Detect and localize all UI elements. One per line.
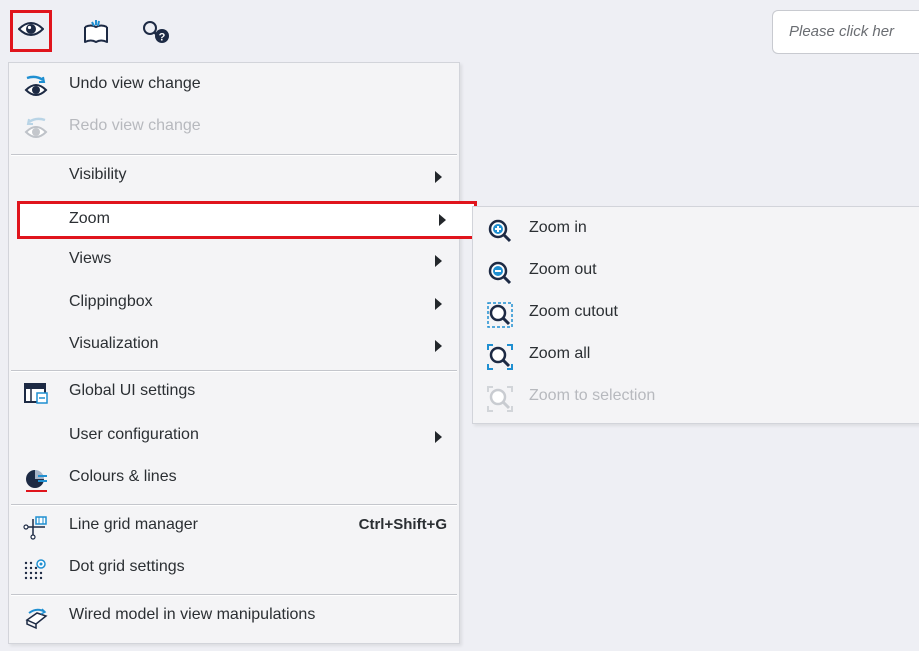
submenu-arrow-icon bbox=[435, 171, 442, 183]
submenu-item-label: Zoom to selection bbox=[529, 387, 656, 404]
menu-item-label: Colours & lines bbox=[69, 468, 177, 485]
menu-item-visibility[interactable]: Visibility bbox=[9, 157, 459, 197]
menu-item-clippingbox[interactable]: Clippingbox bbox=[9, 284, 459, 324]
menu-separator bbox=[11, 154, 457, 156]
zoom-out-icon bbox=[487, 260, 513, 286]
menu-item-wired-model[interactable]: Wired model in view manipulations bbox=[9, 597, 459, 637]
submenu-arrow-icon bbox=[435, 255, 442, 267]
submenu-item-zoom-in[interactable]: Zoom in bbox=[473, 208, 919, 250]
menu-item-label: Undo view change bbox=[69, 75, 201, 92]
submenu-arrow-icon bbox=[435, 431, 442, 443]
submenu-arrow-icon bbox=[439, 214, 446, 226]
menu-item-views[interactable]: Views bbox=[9, 241, 459, 281]
menu-separator bbox=[11, 504, 457, 506]
submenu-item-zoom-all[interactable]: Zoom all bbox=[473, 334, 919, 376]
svg-text:?: ? bbox=[159, 31, 166, 43]
redo-view-icon bbox=[23, 116, 49, 142]
submenu-item-label: Zoom out bbox=[529, 261, 597, 278]
menu-item-label: Dot grid settings bbox=[69, 558, 185, 575]
menu-item-colours-lines[interactable]: Colours & lines bbox=[9, 459, 459, 499]
menu-item-zoom[interactable]: Zoom bbox=[17, 201, 477, 239]
view-menu-button[interactable] bbox=[10, 10, 52, 52]
menu-item-redo-view-change[interactable]: Redo view change bbox=[9, 108, 459, 148]
zoom-all-icon bbox=[487, 344, 513, 370]
menu-item-label: Clippingbox bbox=[69, 293, 153, 310]
menu-item-dot-grid-settings[interactable]: Dot grid settings bbox=[9, 549, 459, 589]
zoom-submenu: Zoom in Zoom out Zoom cutout Zoom all Zo… bbox=[472, 206, 919, 424]
wired-model-icon bbox=[23, 605, 49, 631]
submenu-item-zoom-cutout[interactable]: Zoom cutout bbox=[473, 292, 919, 334]
menu-item-label: Redo view change bbox=[69, 117, 201, 134]
submenu-item-label: Zoom cutout bbox=[529, 303, 618, 320]
submenu-arrow-icon bbox=[435, 298, 442, 310]
menu-item-label: Visibility bbox=[69, 166, 127, 183]
colours-lines-icon bbox=[23, 467, 49, 493]
hint-field[interactable]: Please click her bbox=[772, 10, 919, 54]
menu-separator bbox=[11, 370, 457, 372]
shortcut-label: Ctrl+Shift+G bbox=[358, 516, 447, 533]
book-icon bbox=[82, 19, 110, 50]
menu-item-undo-view-change[interactable]: Undo view change bbox=[9, 66, 459, 106]
undo-view-icon bbox=[23, 74, 49, 100]
zoom-in-icon bbox=[487, 218, 513, 244]
submenu-item-zoom-out[interactable]: Zoom out bbox=[473, 250, 919, 292]
menu-item-label: Visualization bbox=[69, 335, 159, 352]
menu-item-label: User configuration bbox=[69, 426, 199, 443]
top-toolbar: ? Please click her bbox=[0, 0, 919, 62]
view-menu: Undo view change Redo view change Visibi… bbox=[8, 62, 477, 644]
line-grid-icon bbox=[23, 515, 49, 541]
submenu-item-label: Zoom in bbox=[529, 219, 587, 236]
menu-separator bbox=[11, 594, 457, 596]
menu-item-line-grid-manager[interactable]: Line grid manager Ctrl+Shift+G bbox=[9, 507, 459, 547]
menu-item-label: Global UI settings bbox=[69, 382, 196, 399]
search-help-icon: ? bbox=[141, 19, 171, 50]
menu-item-user-configuration[interactable]: User configuration bbox=[9, 417, 459, 457]
dot-grid-icon bbox=[23, 557, 49, 583]
menu-item-label: Views bbox=[69, 250, 112, 267]
global-settings-icon bbox=[23, 381, 49, 407]
menu-item-visualization[interactable]: Visualization bbox=[9, 326, 459, 366]
search-help-button[interactable]: ? bbox=[136, 14, 176, 54]
submenu-item-label: Zoom all bbox=[529, 345, 591, 362]
zoom-selection-icon bbox=[487, 386, 513, 412]
menu-item-global-ui-settings[interactable]: Global UI settings bbox=[9, 373, 459, 413]
menu-item-label: Wired model in view manipulations bbox=[69, 606, 316, 623]
eye-icon bbox=[17, 20, 45, 43]
zoom-cutout-icon bbox=[487, 302, 513, 328]
book-button[interactable] bbox=[76, 14, 116, 54]
menu-item-label: Line grid manager bbox=[69, 516, 198, 533]
submenu-arrow-icon bbox=[435, 340, 442, 352]
menu-item-label: Zoom bbox=[69, 210, 110, 227]
submenu-item-zoom-to-selection[interactable]: Zoom to selection bbox=[473, 376, 919, 418]
